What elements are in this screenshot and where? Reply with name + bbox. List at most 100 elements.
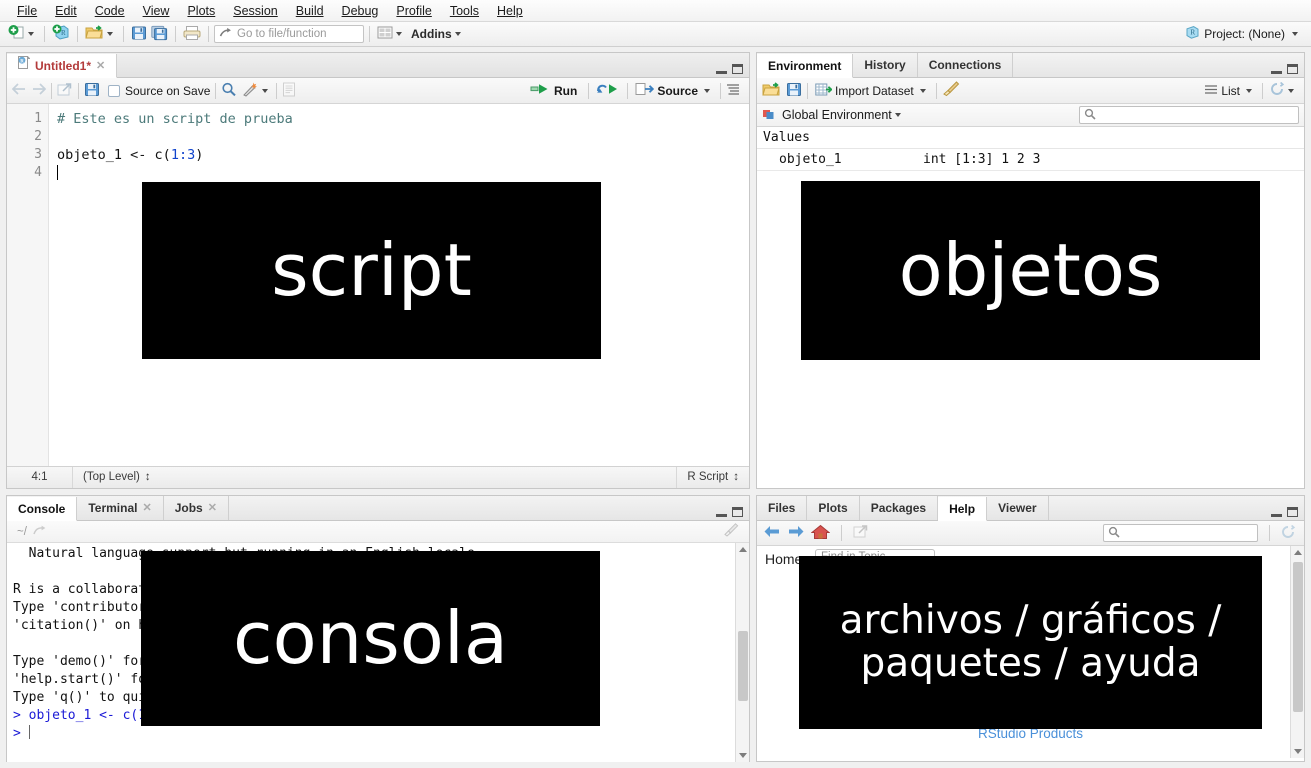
menu-help[interactable]: Help [488, 1, 532, 21]
tab-jobs[interactable]: Jobs ✕ [164, 496, 229, 520]
code-tools-caret-icon[interactable] [262, 89, 268, 93]
scrollbar-thumb[interactable] [1293, 562, 1303, 712]
menu-edit[interactable]: Edit [46, 1, 86, 21]
code-tools-icon[interactable] [242, 82, 259, 100]
clear-objects-broom-icon[interactable] [942, 81, 960, 100]
scroll-up-icon[interactable] [1294, 550, 1302, 555]
tab-console[interactable]: Console [7, 497, 77, 521]
new-project-button[interactable]: R [50, 24, 72, 45]
back-arrow-icon[interactable] [763, 524, 781, 542]
code-number-range: 1:3 [171, 147, 195, 163]
minimize-icon[interactable] [1271, 71, 1282, 74]
menu-code[interactable]: Code [86, 1, 134, 21]
rerun-button[interactable] [594, 80, 622, 101]
tab-connections[interactable]: Connections [918, 53, 1014, 77]
refresh-caret-icon [1288, 89, 1294, 93]
maximize-icon[interactable] [1287, 507, 1298, 517]
code-comment-line: # Este es un script de prueba [57, 111, 293, 127]
back-arrow-icon[interactable] [12, 82, 28, 99]
scrollbar-thumb[interactable] [738, 631, 748, 701]
scope-selector[interactable]: (Top Level) ↕ [73, 467, 161, 488]
show-in-new-window-icon[interactable] [853, 524, 869, 542]
working-directory-label[interactable]: ~/ [17, 526, 27, 538]
file-type-selector[interactable]: R Script ↕ [676, 467, 749, 488]
console-scrollbar[interactable] [735, 543, 749, 762]
tab-history[interactable]: History [853, 53, 917, 77]
home-icon[interactable] [811, 524, 830, 543]
menu-tools-label: Tools [450, 4, 479, 18]
refresh-icon [1270, 82, 1285, 99]
source-button[interactable]: Source [633, 80, 715, 101]
project-selector[interactable]: R Project: (None) [1185, 25, 1305, 43]
open-file-button[interactable] [83, 24, 118, 45]
tab-files[interactable]: Files [757, 496, 807, 520]
menu-plots[interactable]: Plots [178, 1, 224, 21]
addins-button[interactable]: Addins [407, 24, 466, 45]
source-tab-label: Untitled1* [35, 54, 91, 78]
show-in-new-window-icon[interactable] [33, 524, 47, 540]
forward-arrow-icon[interactable] [30, 82, 46, 99]
close-icon[interactable]: ✕ [96, 54, 105, 78]
workspace-panes-button[interactable] [375, 24, 407, 45]
new-file-button[interactable] [6, 24, 39, 45]
menu-profile[interactable]: Profile [387, 1, 440, 21]
menu-build[interactable]: Build [287, 1, 333, 21]
document-outline-icon[interactable] [726, 82, 740, 99]
close-icon[interactable]: ✕ [142, 496, 151, 520]
source-tab-untitled1[interactable]: R Untitled1* ✕ [7, 54, 117, 78]
global-environment-label: Global Environment [782, 108, 892, 122]
panes-caret-icon [396, 32, 402, 36]
forward-arrow-icon[interactable] [787, 524, 805, 542]
console-working-directory-bar: ~/ [7, 521, 749, 543]
compile-report-icon[interactable] [282, 82, 296, 100]
list-view-button[interactable]: List [1202, 80, 1257, 101]
magnifier-icon[interactable] [221, 82, 237, 100]
show-in-new-window-icon[interactable] [57, 82, 73, 100]
refresh-icon[interactable] [1281, 525, 1296, 542]
maximize-icon[interactable] [732, 64, 743, 74]
source-on-save-checkbox[interactable] [108, 85, 120, 97]
help-search-input[interactable] [1103, 524, 1258, 542]
tab-environment[interactable]: Environment [757, 54, 853, 78]
tab-plots[interactable]: Plots [807, 496, 859, 520]
source-on-save-toggle[interactable]: Source on Save [108, 84, 210, 98]
refresh-button[interactable] [1268, 80, 1299, 101]
maximize-icon[interactable] [1287, 64, 1298, 74]
save-icon[interactable] [786, 82, 802, 100]
minimize-icon[interactable] [716, 514, 727, 517]
help-scrollbar[interactable] [1290, 546, 1304, 758]
help-tab-bar: Files Plots Packages Help Viewer [757, 496, 1304, 521]
tab-help[interactable]: Help [938, 497, 987, 521]
print-button[interactable] [181, 24, 203, 45]
run-button[interactable]: Run [528, 80, 583, 101]
toolbar-divider [369, 26, 370, 42]
goto-file-function-input[interactable]: Go to file/function [214, 25, 364, 43]
tab-packages[interactable]: Packages [860, 496, 938, 520]
minimize-icon[interactable] [716, 71, 727, 74]
table-row[interactable]: objeto_1 int [1:3] 1 2 3 [757, 149, 1304, 171]
menu-file[interactable]: File [8, 1, 46, 21]
source-caret-icon[interactable] [704, 89, 710, 93]
toolbar-divider [175, 26, 176, 42]
clear-console-broom-icon[interactable] [723, 523, 739, 540]
help-home-breadcrumb[interactable]: Home [765, 551, 802, 567]
close-icon[interactable]: ✕ [208, 496, 217, 520]
menu-tools[interactable]: Tools [441, 1, 488, 21]
save-icon[interactable] [84, 82, 100, 100]
environment-search-input[interactable] [1079, 106, 1299, 124]
save-all-button[interactable] [149, 24, 170, 45]
minimize-icon[interactable] [1271, 514, 1282, 517]
maximize-icon[interactable] [732, 507, 743, 517]
menu-session[interactable]: Session [224, 1, 286, 21]
menu-debug[interactable]: Debug [333, 1, 388, 21]
open-folder-icon[interactable] [762, 81, 781, 100]
environment-scope-caret-icon[interactable] [895, 113, 901, 117]
scroll-down-icon[interactable] [739, 753, 747, 758]
scroll-up-icon[interactable] [739, 547, 747, 552]
scroll-down-icon[interactable] [1294, 749, 1302, 754]
tab-terminal[interactable]: Terminal ✕ [77, 496, 163, 520]
menu-view[interactable]: View [134, 1, 179, 21]
tab-viewer[interactable]: Viewer [987, 496, 1048, 520]
save-button[interactable] [129, 24, 149, 45]
import-dataset-button[interactable]: Import Dataset [813, 80, 931, 101]
